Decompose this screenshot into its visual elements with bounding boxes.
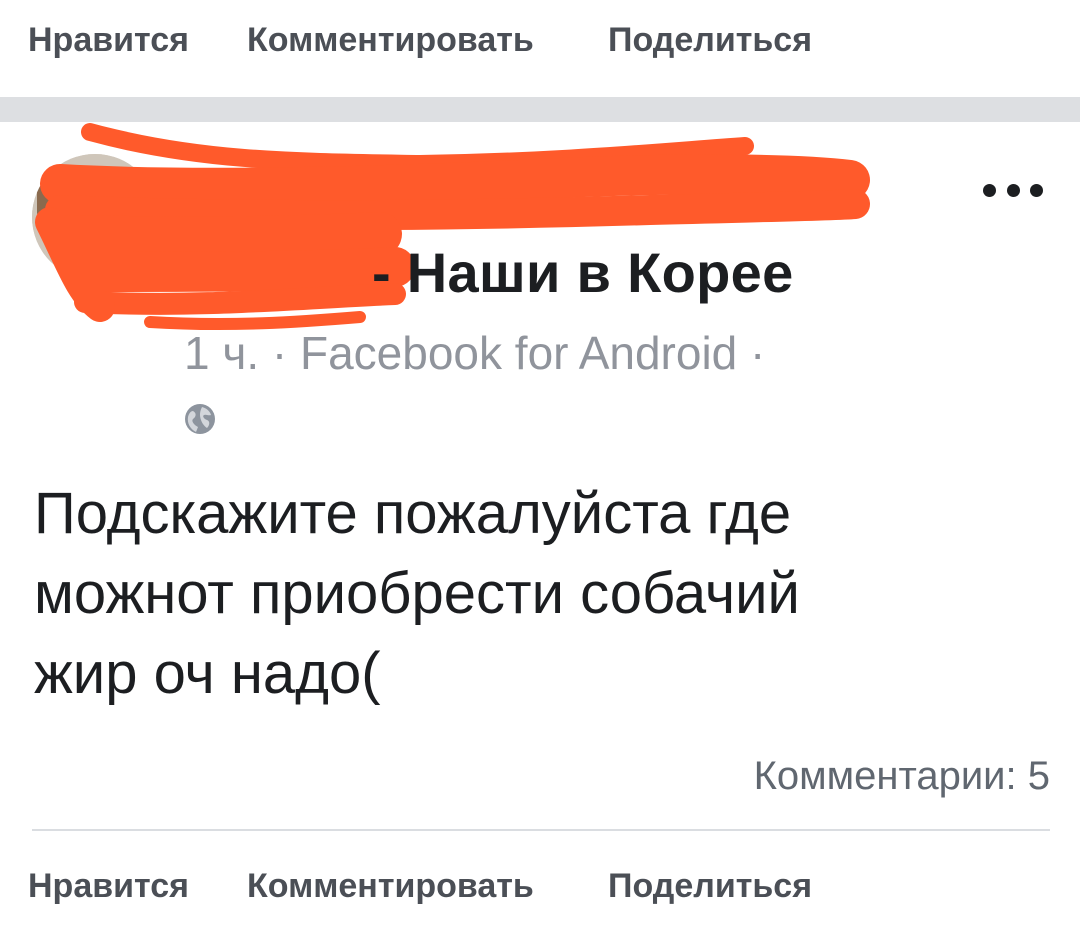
like-button[interactable]: Нравится xyxy=(28,867,189,906)
post-text: Подскажите пожалуйста где можнот приобре… xyxy=(34,474,1044,714)
comment-button[interactable]: Комментировать xyxy=(247,867,534,906)
dot-3 xyxy=(1030,183,1043,197)
avatar[interactable] xyxy=(32,154,158,280)
dot-2 xyxy=(1006,183,1020,197)
share-button[interactable]: Поделиться xyxy=(608,21,812,60)
top-action-bar: Нравится Комментировать Поделиться xyxy=(0,0,1080,80)
group-name[interactable]: - Наши в Корее xyxy=(372,240,794,305)
comment-button[interactable]: Комментировать xyxy=(247,21,534,60)
post-text-line-1: Подскажите пожалуйста где xyxy=(34,481,792,546)
bottom-action-bar: Нравится Комментировать Поделиться xyxy=(0,846,1080,926)
comments-count[interactable]: Комментарии: 5 xyxy=(754,754,1050,799)
like-button[interactable]: Нравится xyxy=(28,21,189,60)
globe-icon xyxy=(184,403,216,435)
feed-separator xyxy=(0,97,1080,122)
post-meta: 1 ч. · Facebook for Android · xyxy=(184,327,766,379)
post-text-line-3: жир оч надо( xyxy=(34,641,381,706)
avatar-photo xyxy=(32,154,158,280)
share-button[interactable]: Поделиться xyxy=(608,867,812,906)
divider xyxy=(32,829,1050,831)
post-card: - Наши в Корее 1 ч. · Facebook for Andro… xyxy=(0,122,1080,846)
dot-1 xyxy=(983,183,996,197)
post-text-line-2: можнот приобрести собачий xyxy=(34,561,800,626)
more-options-icon[interactable] xyxy=(983,172,1043,208)
